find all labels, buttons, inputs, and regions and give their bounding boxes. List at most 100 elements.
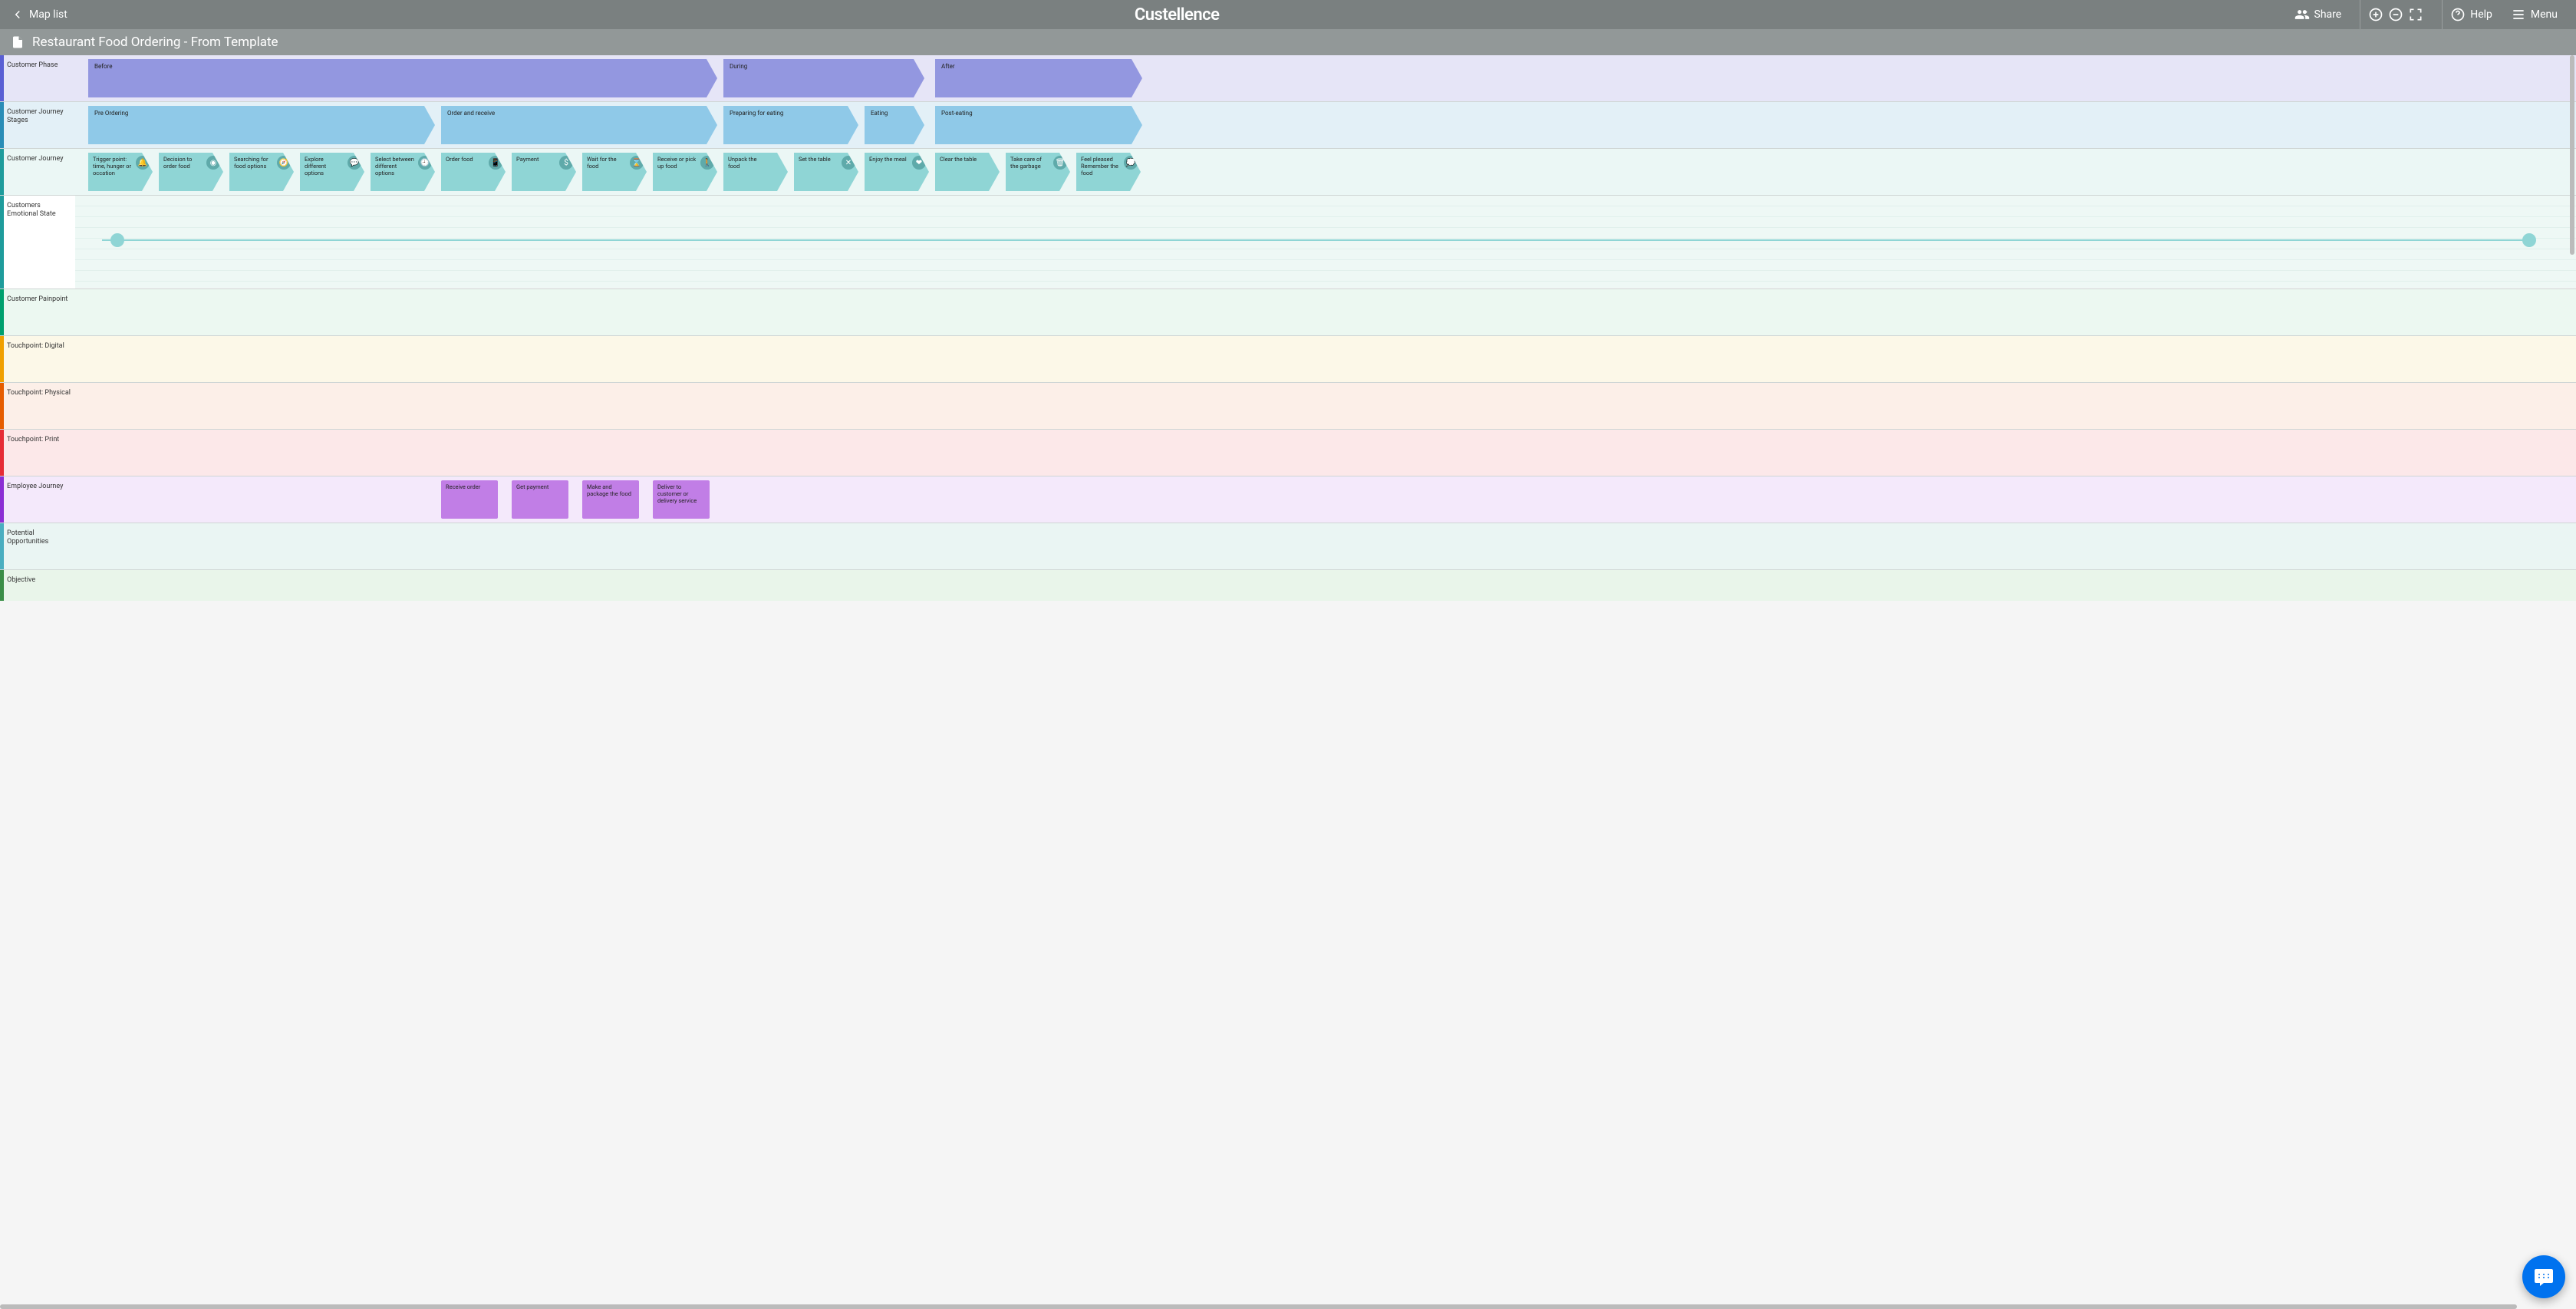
share-label: Share	[2314, 8, 2342, 21]
zoom-in-button[interactable]	[2368, 7, 2383, 22]
journey-card[interactable]: Enjoy the meal❤	[865, 153, 929, 191]
journey-label: Feel pleased Remember the food	[1081, 156, 1118, 176]
lane-label-employee[interactable]: Employee Journey	[4, 476, 75, 523]
lane-label-digital[interactable]: Touchpoint: Digital	[4, 336, 75, 382]
lane-physical: Touchpoint: Physical	[0, 383, 2576, 430]
lane-journey: Customer Journey Trigger point: time, hu…	[0, 149, 2576, 196]
employee-card[interactable]: Deliver to customer or delivery service	[653, 480, 710, 519]
journey-card[interactable]: Order food📱	[441, 153, 506, 191]
journey-card[interactable]: Clear the table	[935, 153, 1000, 191]
phase-label: Before	[94, 63, 112, 70]
stage-card[interactable]: Pre Ordering	[88, 106, 435, 144]
vertical-scrollbar[interactable]	[2570, 55, 2574, 1309]
back-button[interactable]: Map list	[11, 8, 68, 21]
down-tick-icon	[183, 191, 189, 195]
scroll-thumb[interactable]	[2570, 55, 2574, 255]
employee-card[interactable]: Get payment	[512, 480, 568, 519]
journey-step-icon: 🚶	[700, 156, 714, 170]
stage-card[interactable]: Order and receive	[441, 106, 717, 144]
page-title[interactable]: Restaurant Food Ordering - From Template	[32, 35, 278, 50]
lane-body-digital[interactable]	[75, 336, 2576, 382]
down-tick-icon	[607, 191, 613, 195]
lane-stages: Customer Journey Stages Pre Ordering Ord…	[0, 102, 2576, 149]
journey-step-icon: 💬	[348, 156, 361, 170]
phase-card[interactable]: After	[935, 59, 1142, 97]
stage-card[interactable]: Preparing for eating	[723, 106, 858, 144]
title-bar: Restaurant Food Ordering - From Template	[0, 29, 2576, 55]
emotion-point-end[interactable]	[2522, 233, 2536, 247]
lane-body-opportunities[interactable]	[75, 523, 2576, 569]
lane-body-print[interactable]	[75, 430, 2576, 476]
journey-label: Unpack the food	[728, 156, 756, 170]
journey-canvas[interactable]: Customer Phase Before During After Custo…	[0, 55, 2576, 1309]
intercom-chat-button[interactable]	[2522, 1255, 2565, 1298]
lane-label-painpoint[interactable]: Customer Painpoint	[4, 289, 75, 335]
down-tick-icon	[254, 191, 260, 195]
lane-body-physical[interactable]	[75, 383, 2576, 429]
stage-card[interactable]: Post-eating	[935, 106, 1142, 144]
header-actions: Share Help Menu	[2287, 0, 2565, 29]
employee-card[interactable]: Receive order	[441, 480, 498, 519]
phase-card[interactable]: During	[723, 59, 924, 97]
lane-body-objective[interactable]	[75, 570, 2576, 601]
stage-label: Post-eating	[941, 110, 973, 117]
stage-card[interactable]: Eating	[865, 106, 924, 144]
stage-label: Eating	[871, 110, 888, 117]
lane-label-phase[interactable]: Customer Phase	[4, 55, 75, 101]
journey-card[interactable]: Select between different options🕘	[371, 153, 435, 191]
emotion-point-start[interactable]	[110, 233, 124, 247]
journey-card[interactable]: Unpack the food	[723, 153, 788, 191]
zoom-group	[2360, 0, 2431, 29]
journey-step-icon: ◉	[206, 156, 220, 170]
journey-card[interactable]: Payment$	[512, 153, 576, 191]
journey-step-icon: ❤	[912, 156, 926, 170]
journey-card[interactable]: Searching for food options🧭	[229, 153, 294, 191]
lane-body-painpoint[interactable]	[75, 289, 2576, 335]
stage-label: Order and receive	[447, 110, 495, 117]
emotional-chart[interactable]	[75, 196, 2576, 288]
journey-label: Payment	[516, 156, 539, 163]
app-logo: Custellence	[1135, 5, 1220, 25]
journey-step-icon: 📱	[489, 156, 502, 170]
down-tick-icon	[1030, 191, 1036, 195]
horizontal-scrollbar[interactable]	[0, 1304, 2568, 1309]
journey-card[interactable]: Decision to order food ◉	[159, 153, 223, 191]
lane-label-stages[interactable]: Customer Journey Stages	[4, 102, 75, 148]
arrow-left-icon	[11, 8, 25, 21]
document-icon	[11, 35, 25, 49]
journey-card[interactable]: Receive or pick up food🚶	[653, 153, 717, 191]
share-group[interactable]: Share	[2287, 0, 2350, 29]
lane-body-stages: Pre Ordering Order and receive Preparing…	[75, 102, 2576, 148]
journey-card[interactable]: Wait for the food⌛	[582, 153, 647, 191]
logo-wrap: Custellence	[68, 5, 2287, 25]
down-tick-icon	[113, 191, 119, 195]
back-label: Map list	[29, 8, 68, 21]
journey-label: Decision to order food	[163, 156, 192, 170]
journey-card[interactable]: Set the table✕	[794, 153, 858, 191]
journey-card[interactable]: Trigger point: time, hunger or occation🔔	[88, 153, 153, 191]
zoom-out-button[interactable]	[2388, 7, 2403, 22]
journey-card[interactable]: Feel pleased Remember the food💭	[1076, 153, 1141, 191]
lane-objective: Objective	[0, 570, 2576, 601]
lane-label-print[interactable]: Touchpoint: Print	[4, 430, 75, 476]
lane-label-journey[interactable]: Customer Journey	[4, 149, 75, 195]
lane-body-journey: Trigger point: time, hunger or occation🔔…	[75, 149, 2576, 195]
phase-label: After	[941, 63, 955, 70]
help-group[interactable]: Help	[2442, 0, 2500, 29]
employee-label: Make and package the food	[587, 483, 631, 497]
journey-step-icon: ✕	[842, 156, 855, 170]
journey-label: Take care of the garbage	[1010, 156, 1042, 170]
lane-label-objective[interactable]: Objective	[4, 570, 75, 601]
lane-body-phase: Before During After	[75, 55, 2576, 101]
lane-label-emotional[interactable]: Customers Emotional State	[4, 196, 75, 289]
scroll-thumb[interactable]	[0, 1304, 2517, 1309]
menu-group[interactable]: Menu	[2511, 0, 2565, 29]
journey-card[interactable]: Take care of the garbage🗑	[1006, 153, 1070, 191]
phase-card[interactable]: Before	[88, 59, 717, 97]
employee-card[interactable]: Make and package the food	[582, 480, 639, 519]
journey-card[interactable]: Explore different options💬	[300, 153, 364, 191]
chat-icon	[2533, 1266, 2555, 1288]
fullscreen-button[interactable]	[2408, 7, 2423, 22]
lane-label-opportunities[interactable]: Potential Opportunities	[4, 523, 75, 569]
lane-label-physical[interactable]: Touchpoint: Physical	[4, 383, 75, 429]
